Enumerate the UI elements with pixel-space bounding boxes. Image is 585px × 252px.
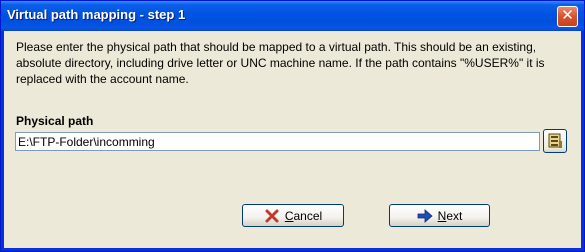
instructions-text: Please enter the physical path that shou… — [16, 40, 545, 86]
cancel-button[interactable]: Cancel — [242, 204, 344, 227]
close-button[interactable]: ✕ — [557, 6, 578, 27]
browse-folder-button[interactable] — [543, 129, 567, 153]
cancel-label: Cancel — [284, 208, 323, 223]
red-x-icon — [265, 209, 279, 222]
blue-arrow-right-icon — [417, 208, 433, 223]
next-label: Next — [437, 208, 463, 223]
physical-path-label: Physical path — [16, 114, 94, 128]
next-button[interactable]: Next — [389, 204, 490, 227]
physical-path-input[interactable] — [15, 132, 540, 151]
folder-browse-icon — [548, 133, 562, 148]
close-icon: ✕ — [561, 7, 574, 24]
window-title: Virtual path mapping - step 1 — [7, 7, 186, 22]
title-bar[interactable]: Virtual path mapping - step 1 ✕ — [1, 1, 584, 31]
dialog-window: Virtual path mapping - step 1 ✕ Please e… — [0, 0, 585, 252]
